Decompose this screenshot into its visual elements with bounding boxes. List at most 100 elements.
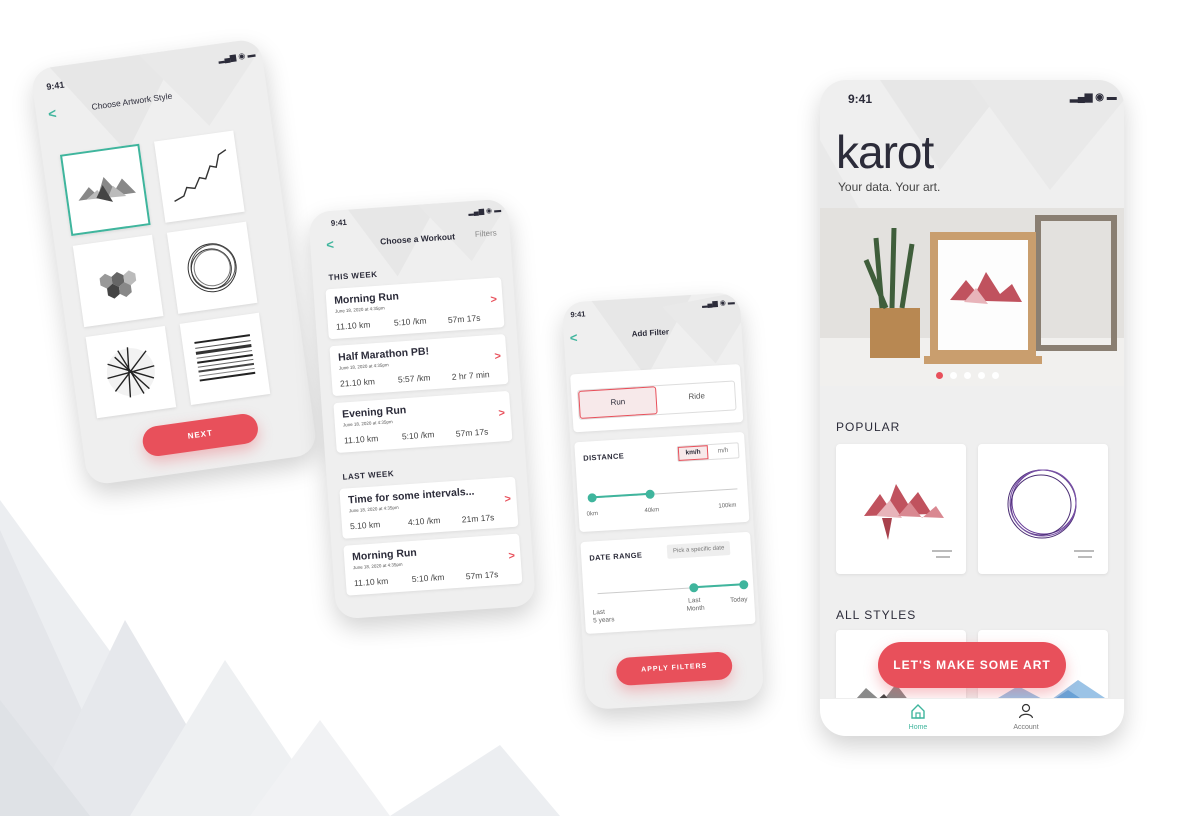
workout-distance: 11.10 km (343, 433, 379, 446)
workout-name: Evening Run (341, 404, 407, 421)
workout-distance: 11.10 km (335, 319, 371, 332)
style-option-circles[interactable] (166, 221, 258, 314)
network-icon (106, 347, 155, 398)
status-time: 9:41 (848, 92, 873, 106)
workout-pace: 5:10 /km (401, 429, 435, 442)
date-range-panel: DATE RANGE Pick a specific date Last 5 y… (580, 531, 756, 634)
distance-label: DISTANCE (582, 451, 625, 463)
home-icon (911, 704, 925, 719)
nav-label-home: Home (908, 724, 928, 731)
workout-pace: 4:10 /km (407, 514, 441, 528)
carousel-dots (936, 372, 1016, 380)
all-styles-heading: ALL STYLES (836, 608, 917, 622)
workout-date: June 18, 2020 at 4:35pm (352, 561, 403, 571)
workout-duration: 21m 17s (461, 512, 495, 525)
status-time: 9:41 (330, 217, 348, 228)
date-range-slider[interactable] (597, 579, 749, 599)
activity-option-ride[interactable]: Ride (658, 381, 735, 412)
workout-date: June 18, 2020 at 4:35pm (342, 419, 393, 428)
popular-art-card-circles[interactable] (978, 444, 1108, 574)
workout-date: June 18, 2020 at 4:35pm (338, 362, 389, 371)
slider-range-fill (591, 492, 650, 499)
unit-option-kmh[interactable]: km/h (677, 445, 709, 461)
filters-link[interactable]: Filters (475, 228, 497, 238)
chevron-right-icon: > (508, 549, 516, 563)
mountain-chart-icon (78, 176, 136, 202)
date-tick-start-line2: 5 years (592, 616, 615, 625)
unit-option-mh[interactable]: m/h (710, 443, 737, 459)
unit-toggle: km/h m/h (676, 442, 740, 463)
workout-pace: 5:57 /km (397, 372, 431, 385)
date-tick-start-line1: Last (592, 608, 606, 617)
nav-label-account: Account (1013, 724, 1039, 731)
workout-distance: 11.10 km (353, 575, 389, 589)
phone-add-filter: 9:41 ▂▄▆ ◉ ▬ < Add Filter Run Ride DISTA… (561, 291, 765, 711)
workout-pace: 5:10 /km (393, 315, 427, 328)
workout-date: June 18, 2020 at 4:35pm (348, 504, 399, 514)
slider-handle-min[interactable] (689, 582, 699, 593)
activity-type-panel: Run Ride (570, 364, 744, 433)
workout-distance: 5.10 km (349, 519, 381, 532)
activity-option-ride-label: Ride (688, 391, 706, 402)
activity-segmented-control: Run Ride (577, 380, 737, 420)
activity-option-run-label: Run (610, 397, 626, 408)
style-option-hexagons[interactable] (72, 234, 164, 328)
line-path-icon (174, 149, 227, 202)
carousel-dot[interactable] (978, 372, 985, 379)
date-tick-mid-line2: Month (686, 604, 705, 613)
account-icon (1018, 703, 1034, 719)
stripes-icon (194, 334, 256, 382)
mountain-art-thumbnail (864, 484, 952, 558)
nav-tab-account[interactable]: Account (1006, 703, 1046, 735)
date-tick-mid-line1: Last (687, 596, 701, 605)
hero-photo (820, 208, 1124, 386)
carousel-dot[interactable] (964, 372, 971, 379)
style-option-mountain-chart[interactable] (59, 143, 151, 237)
style-option-line-path[interactable] (154, 130, 245, 223)
chevron-right-icon: > (498, 407, 506, 420)
activity-option-run[interactable]: Run (578, 386, 658, 419)
back-button[interactable]: < (569, 330, 577, 345)
distance-tick-mid: 40km (644, 507, 660, 515)
carousel-dot[interactable] (992, 372, 999, 379)
workout-name: Time for some intervals... (347, 485, 475, 507)
date-tick-end: Today (729, 596, 748, 605)
phone-home: 9:41 ▂▄▆ ◉ ▬ karot Your data. Your art. … (820, 80, 1124, 736)
workout-name: Morning Run (351, 546, 418, 564)
pick-date-button[interactable]: Pick a specific date (666, 540, 731, 559)
workout-pace: 5:10 /km (411, 571, 445, 585)
app-logo: karot (836, 126, 934, 178)
distance-tick-min: 0km (586, 510, 599, 518)
status-time: 9:41 (570, 309, 586, 320)
phone-choose-workout: 9:41 ▂▄▆ ◉ ▬ < Choose a Workout Filters … (308, 198, 536, 620)
distance-slider[interactable] (587, 484, 738, 503)
hexagons-icon (99, 270, 137, 299)
workout-date: June 18, 2020 at 4:35pm (334, 305, 385, 314)
app-tagline: Your data. Your art. (838, 180, 941, 194)
workout-duration: 57m 17s (465, 569, 499, 582)
date-range-label: DATE RANGE (589, 550, 643, 563)
circles-icon (187, 243, 237, 293)
chevron-right-icon: > (504, 493, 512, 506)
popular-art-card-mountain[interactable] (836, 444, 966, 574)
bottom-nav: Home Account (820, 698, 1124, 736)
workout-duration: 57m 17s (455, 426, 489, 439)
carousel-dot[interactable] (950, 372, 957, 379)
workout-duration: 57m 17s (447, 312, 481, 325)
chevron-right-icon: > (490, 293, 498, 306)
slider-handle-max[interactable] (738, 579, 749, 590)
style-option-network[interactable] (85, 325, 177, 419)
style-option-stripes[interactable] (179, 312, 271, 406)
circles-art-thumbnail (1007, 469, 1094, 558)
nav-tab-home[interactable]: Home (898, 703, 938, 735)
carousel-dot-active[interactable] (936, 372, 943, 379)
workout-distance: 21.10 km (339, 376, 376, 389)
slider-handle-max[interactable] (645, 489, 656, 500)
slider-range-fill (693, 583, 744, 589)
status-signal-icons: ▂▄▆ ◉ ▬ (1070, 92, 1117, 103)
back-button[interactable]: < (326, 237, 335, 252)
chevron-right-icon: > (494, 350, 502, 363)
hero-carousel[interactable] (820, 208, 1124, 386)
slider-handle-min[interactable] (587, 493, 597, 503)
make-art-button[interactable]: LET'S MAKE SOME ART (878, 642, 1066, 688)
